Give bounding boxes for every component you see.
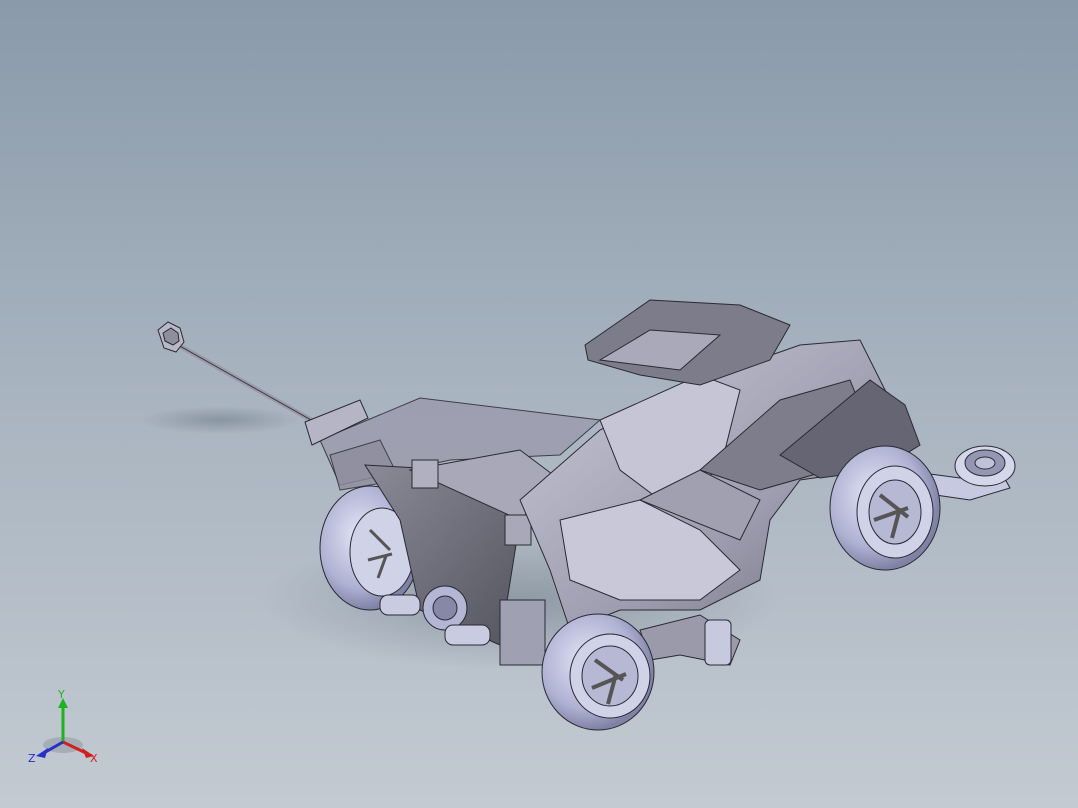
rear-right-wheel (541, 613, 655, 731)
graphics-viewport[interactable]: Y X Z (0, 0, 1078, 808)
z-axis-label: Z (28, 752, 36, 765)
z-axis-head (36, 748, 48, 758)
car-3d-model[interactable] (0, 0, 1078, 808)
y-axis-label: Y (57, 690, 65, 701)
front-right-wheel (829, 445, 941, 571)
x-axis-label: X (90, 752, 98, 765)
orientation-triad[interactable]: Y X Z (20, 690, 110, 770)
antenna-shadow (140, 406, 300, 434)
